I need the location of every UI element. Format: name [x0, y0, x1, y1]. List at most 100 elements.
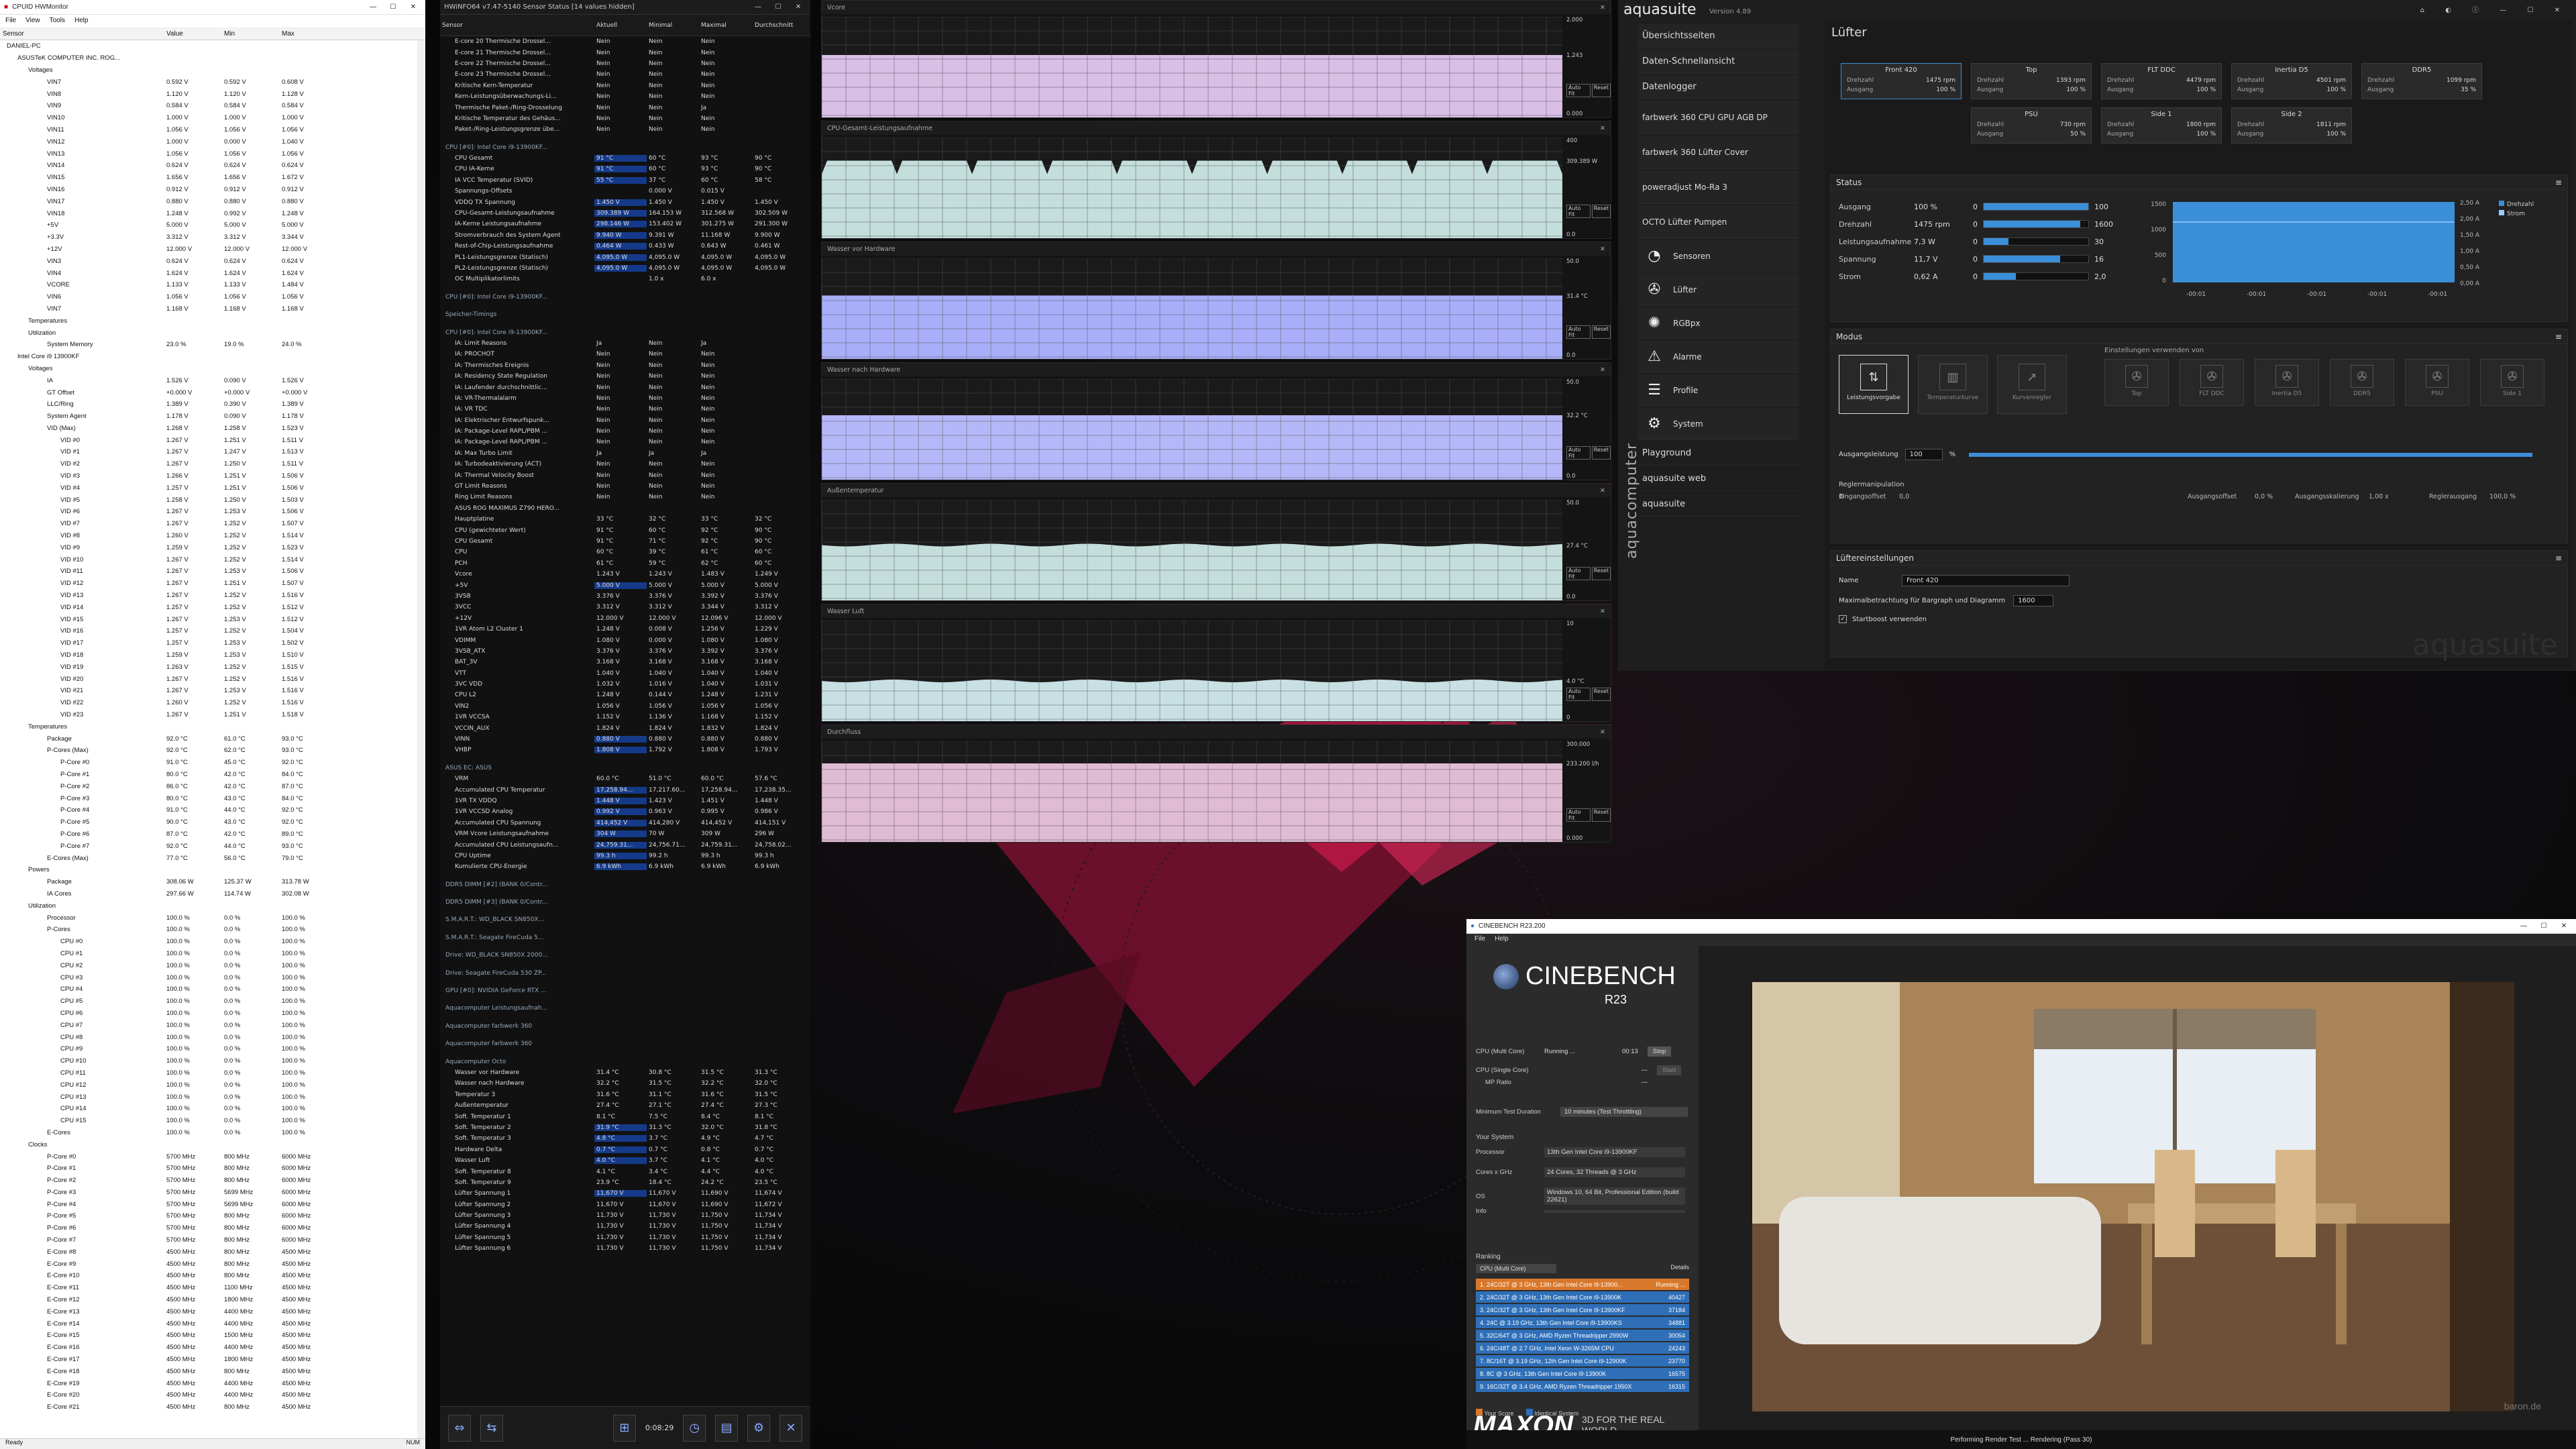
menu-item[interactable]: View	[25, 17, 40, 25]
maximize-icon[interactable]: ☐	[2536, 922, 2552, 930]
copy-from-fan[interactable]: ✇ DDR5	[2330, 359, 2394, 406]
table-row[interactable]: Processor 100.0 % 0.0 % 100.0 %	[0, 912, 425, 924]
reset-button[interactable]: Reset	[1591, 325, 1611, 339]
table-row[interactable]: CPU #15 100.0 % 0.0 % 100.0 %	[0, 1115, 425, 1127]
table-row[interactable]: +3.3V 3.312 V 3.312 V 3.344 V	[0, 231, 425, 244]
table-row[interactable]: VID #5 1.258 V 1.250 V 1.503 V	[0, 494, 425, 506]
expand-arrows-icon[interactable]: ⇆	[480, 1414, 503, 1442]
table-row[interactable]: Soft. Temperatur 2 31.9 °C 31.3 °C 32.0 °C 3…	[440, 1122, 810, 1133]
table-row[interactable]: P-Core #1 80.0 °C 42.0 °C 84.0 °C	[0, 769, 425, 781]
table-row[interactable]: E-Core #13 4500 MHz 4400 MHz 4500 MHz	[0, 1305, 425, 1318]
nav-subitem[interactable]: ✺ RGBpx	[1638, 307, 1799, 339]
nav-subitem[interactable]: ◔ Sensoren	[1638, 240, 1799, 272]
menu-item[interactable]: Tools	[50, 17, 65, 25]
auto-fit-button[interactable]: Auto Fit	[1566, 446, 1591, 460]
maximize-icon[interactable]: ☐	[770, 3, 786, 11]
nav-item[interactable]: farbwerk 360 CPU GPU AGB DP	[1638, 101, 1799, 134]
table-row[interactable]: GT Offset +0.000 V +0.000 V +0.000 V	[0, 386, 425, 398]
table-row[interactable]: Package 92.0 °C 61.0 °C 93.0 °C	[0, 733, 425, 745]
table-row[interactable]: VIN15 1.656 V 1.656 V 1.672 V	[0, 172, 425, 184]
table-row[interactable]: VIN2 1.056 V 1.056 V 1.056 V 1.056 V	[440, 701, 810, 712]
table-row[interactable]: VID #13 1.267 V 1.252 V 1.516 V	[0, 590, 425, 602]
table-row[interactable]: Package 308.06 W 125.37 W 313.78 W	[0, 876, 425, 888]
table-row[interactable]: VIN8 1.120 V 1.120 V 1.128 V	[0, 88, 425, 100]
table-row[interactable]: VIN13 1.056 V 1.056 V 1.056 V	[0, 148, 425, 160]
hwmonitor-titlebar[interactable]: ■ CPUID HWMonitor — ☐ ✕	[0, 0, 425, 15]
table-row[interactable]: VID #0 1.267 V 1.251 V 1.511 V	[0, 434, 425, 446]
auto-fit-button[interactable]: Auto Fit	[1566, 205, 1591, 218]
table-row[interactable]: Soft. Temperatur 3 4.8 °C 3.7 °C 4.9 °C 4.7 …	[440, 1133, 810, 1144]
table-row[interactable]: P-Cores 100.0 % 0.0 % 100.0 %	[0, 924, 425, 936]
table-row[interactable]: CPU #2 100.0 % 0.0 % 100.0 %	[0, 959, 425, 971]
table-row[interactable]: VID #14 1.257 V 1.252 V 1.512 V	[0, 601, 425, 613]
table-row[interactable]: VID #8 1.260 V 1.252 V 1.514 V	[0, 530, 425, 542]
close-icon[interactable]: ✕	[405, 3, 421, 11]
graph-titlebar[interactable]: Wasser Luft ✕	[822, 604, 1611, 618]
table-row[interactable]: IA Cores 297.66 W 114.74 W 302.08 W	[0, 888, 425, 900]
min-duration-select[interactable]: 10 minutes (Test Throttling)	[1560, 1107, 1688, 1117]
copy-from-fan[interactable]: ✇ PSU	[2405, 359, 2469, 406]
graph-titlebar[interactable]: Außentemperatur ✕	[822, 484, 1611, 497]
auto-fit-button[interactable]: Auto Fit	[1566, 688, 1591, 701]
graph-panel[interactable]: Wasser Luft ✕ 10 4.0 °C 0 Auto Fit Reset	[821, 604, 1611, 722]
table-row[interactable]: 3VSB 3.376 V 3.376 V 3.392 V 3.376 V	[440, 591, 810, 602]
graph-titlebar[interactable]: Wasser nach Hardware ✕	[822, 363, 1611, 376]
table-row[interactable]: Intel Core i9 13900KF	[0, 351, 425, 363]
column-header-cell[interactable]: Sensor	[0, 30, 164, 38]
table-row[interactable]: P-Core #0 5700 MHz 800 MHz 6000 MHz	[0, 1150, 425, 1163]
table-row[interactable]: PCH 61 °C 59 °C 62 °C 60 °C	[440, 558, 810, 569]
table-row[interactable]: 3VSB_ATX 3.376 V 3.376 V 3.392 V 3.376 V	[440, 646, 810, 657]
output-input[interactable]: 100	[1904, 449, 1943, 460]
fan-tile[interactable]: Front 420 Drehzahl 1475 rpm Ausgang 100 %	[1841, 63, 1962, 99]
table-row[interactable]: IA: PROCHOT Nein Nein Nein	[440, 349, 810, 360]
sensor-group[interactable]: CPU [#0]: Intel Core i9-13900KF...	[440, 292, 810, 303]
table-row[interactable]: VID #21 1.267 V 1.253 V 1.516 V	[0, 685, 425, 697]
table-row[interactable]: VIN12 1.000 V 0.000 V 1.040 V	[0, 136, 425, 148]
table-row[interactable]: +5V 5.000 V 5.000 V 5.000 V 5.000 V	[440, 580, 810, 590]
nav-item[interactable]: Playground	[1638, 441, 1799, 466]
table-row[interactable]: VID #7 1.267 V 1.252 V 1.507 V	[0, 518, 425, 530]
table-row[interactable]: IA: Residency State Regulation Nein Nein Ne…	[440, 371, 810, 382]
table-row[interactable]: VIN6 1.056 V 1.056 V 1.056 V	[0, 291, 425, 303]
column-header-cell[interactable]: Sensor	[440, 22, 594, 29]
sensor-group[interactable]: S.M.A.R.T.: WD_BLACK SN850X...	[440, 914, 810, 925]
table-row[interactable]: P-Core #2 5700 MHz 800 MHz 6000 MHz	[0, 1175, 425, 1187]
scrollbar[interactable]	[417, 40, 425, 1438]
minimize-icon[interactable]: —	[365, 3, 381, 11]
table-row[interactable]: Kritische Kern-Temperatur Nein Nein Nein	[440, 80, 810, 91]
table-row[interactable]: CPU #5 100.0 % 0.0 % 100.0 %	[0, 996, 425, 1008]
table-row[interactable]: Kumulierte CPU-Energie 6.9 kWh 6.9 kWh 6.9 …	[440, 861, 810, 872]
sensor-group[interactable]: Drive: Seagate FireCuda 530 ZP...	[440, 967, 810, 978]
table-row[interactable]: System Memory 23.0 % 19.0 % 24.0 %	[0, 339, 425, 351]
nav-item[interactable]: aquasuite web	[1638, 467, 1799, 491]
table-row[interactable]: VID #9 1.259 V 1.252 V 1.523 V	[0, 541, 425, 553]
sensor-group[interactable]: Aquacomputer Leistungsaufnah...	[440, 1003, 810, 1014]
table-row[interactable]: CPU #11 100.0 % 0.0 % 100.0 %	[0, 1067, 425, 1079]
nav-subitem[interactable]: ⚠ Alarme	[1638, 341, 1799, 373]
sensor-group[interactable]: S.M.A.R.T.: Seagate FireCuda 5...	[440, 932, 810, 943]
table-row[interactable]: P-Core #2 86.0 °C 42.0 °C 87.0 °C	[0, 780, 425, 792]
table-row[interactable]: VRM 60.0 °C 51.0 °C 60.0 °C 57.6 °C	[440, 773, 810, 784]
auto-fit-button[interactable]: Auto Fit	[1566, 325, 1591, 339]
table-row[interactable]: VIN4 1.624 V 1.624 V 1.624 V	[0, 267, 425, 279]
table-row[interactable]: Voltages	[0, 363, 425, 375]
table-row[interactable]: CPU Gesamt 91 °C 71 °C 92 °C 90 °C	[440, 536, 810, 547]
table-row[interactable]: E-core 21 Thermische Drossel... Nein Nein N…	[440, 47, 810, 58]
table-row[interactable]: VID #22 1.260 V 1.252 V 1.516 V	[0, 697, 425, 709]
table-row[interactable]: VID #11 1.267 V 1.253 V 1.506 V	[0, 566, 425, 578]
table-row[interactable]: VID #20 1.267 V 1.252 V 1.516 V	[0, 673, 425, 685]
ranking-row[interactable]: 4. 24C @ 3.19 GHz, 13th Gen Intel Core i…	[1476, 1317, 1689, 1328]
sensor-group[interactable]: CPU [#0]: Intel Core i9-13900KF...	[440, 327, 810, 337]
table-row[interactable]: VINN 0.880 V 0.880 V 0.880 V 0.880 V	[440, 734, 810, 745]
table-row[interactable]: Temperatur 3 31.6 °C 31.1 °C 31.6 °C 31.5 °C	[440, 1089, 810, 1100]
table-row[interactable]: VID #3 1.266 V 1.251 V 1.506 V	[0, 470, 425, 482]
table-row[interactable]: CPU (gewichteter Wert) 91 °C 60 °C 92 °C 90 …	[440, 525, 810, 535]
table-row[interactable]: IA: VR-Thermalalarm Nein Nein Nein	[440, 393, 810, 404]
minimize-icon[interactable]: —	[2516, 922, 2532, 930]
sensor-group[interactable]: Speicher-Timings	[440, 309, 810, 320]
table-row[interactable]: VCORE 1.133 V 1.133 V 1.484 V	[0, 279, 425, 291]
column-header-cell[interactable]: Maximal	[699, 22, 753, 29]
max-input[interactable]: 1600	[2013, 595, 2054, 606]
table-row[interactable]: Lüfter Spannung 5 11,730 V 11,730 V 11,750 …	[440, 1232, 810, 1243]
table-row[interactable]: BAT_3V 3.168 V 3.168 V 3.168 V 3.168 V	[440, 657, 810, 667]
